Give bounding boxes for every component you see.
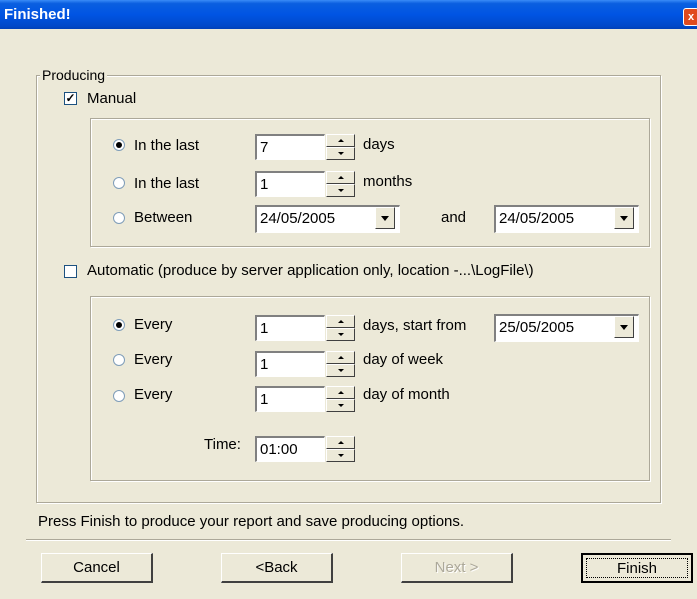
instruction-text: Press Finish to produce your report and … (38, 513, 465, 530)
producing-legend: Producing (40, 67, 108, 83)
spin-up-button[interactable] (326, 134, 355, 147)
cancel-button[interactable]: Cancel (41, 553, 153, 583)
arrow-up-icon (338, 356, 344, 359)
manual-last-months-radio[interactable] (113, 177, 125, 189)
spin-up-button[interactable] (326, 351, 355, 364)
close-icon: x (687, 11, 695, 23)
auto-every-week-radio[interactable] (113, 354, 125, 366)
start-date-dropdown-button[interactable] (614, 316, 634, 338)
auto-week-spinner[interactable] (326, 351, 355, 377)
spin-down-button[interactable] (326, 364, 355, 377)
spin-up-button[interactable] (326, 386, 355, 399)
spin-down-button[interactable] (326, 328, 355, 341)
auto-every-month-label[interactable]: Every (134, 386, 172, 403)
auto-week-unit: day of week (363, 351, 444, 368)
arrow-down-icon (338, 369, 344, 372)
auto-every-days-radio[interactable] (113, 319, 125, 331)
arrow-up-icon (338, 139, 344, 142)
spin-down-button[interactable] (326, 184, 355, 197)
auto-week-input[interactable]: 1 (255, 351, 325, 377)
manual-last-days-radio[interactable] (113, 139, 125, 151)
manual-between-radio[interactable] (113, 212, 125, 224)
chevron-down-icon (381, 216, 389, 221)
arrow-down-icon (338, 189, 344, 192)
manual-last-months-label[interactable]: In the last (134, 175, 199, 192)
spin-down-button[interactable] (326, 147, 355, 160)
auto-days-unit: days, start from (363, 317, 467, 334)
auto-month-input[interactable]: 1 (255, 386, 325, 412)
window-title: Finished! (4, 6, 71, 23)
time-input[interactable]: 01:00 (255, 436, 325, 462)
close-button[interactable]: x (683, 8, 697, 26)
spin-down-button[interactable] (326, 399, 355, 412)
automatic-checkbox[interactable] (64, 265, 77, 278)
auto-days-spinner[interactable] (326, 315, 355, 341)
spin-up-button[interactable] (326, 436, 355, 449)
manual-days-spinner[interactable] (326, 134, 355, 160)
arrow-down-icon (338, 454, 344, 457)
arrow-up-icon (338, 391, 344, 394)
manual-label[interactable]: Manual (87, 90, 136, 107)
arrow-down-icon (338, 152, 344, 155)
manual-months-unit: months (363, 173, 413, 190)
finish-button[interactable]: Finish (581, 553, 693, 583)
arrow-down-icon (338, 404, 344, 407)
arrow-down-icon (338, 333, 344, 336)
between-and-label: and (441, 209, 467, 226)
spin-up-button[interactable] (326, 315, 355, 328)
spin-up-button[interactable] (326, 171, 355, 184)
time-spinner[interactable] (326, 436, 355, 462)
radio-dot-icon (116, 142, 122, 148)
manual-days-input[interactable]: 7 (255, 134, 325, 160)
manual-days-unit: days (363, 136, 395, 153)
radio-dot-icon (116, 322, 122, 328)
check-icon: ✓ (65, 91, 76, 105)
title-bar[interactable] (0, 0, 697, 29)
arrow-up-icon (338, 176, 344, 179)
arrow-up-icon (338, 441, 344, 444)
time-label: Time: (204, 436, 241, 453)
manual-between-label[interactable]: Between (134, 209, 192, 226)
auto-days-input[interactable]: 1 (255, 315, 325, 341)
manual-last-days-label[interactable]: In the last (134, 137, 199, 154)
between-from-dropdown-button[interactable] (375, 207, 395, 229)
arrow-up-icon (338, 320, 344, 323)
chevron-down-icon (620, 325, 628, 330)
auto-every-week-label[interactable]: Every (134, 351, 172, 368)
automatic-label[interactable]: Automatic (produce by server application… (87, 262, 534, 279)
manual-checkbox[interactable]: ✓ (64, 92, 77, 105)
auto-every-days-label[interactable]: Every (134, 316, 172, 333)
chevron-down-icon (620, 216, 628, 221)
manual-months-spinner[interactable] (326, 171, 355, 197)
focus-rect (586, 558, 688, 578)
auto-month-spinner[interactable] (326, 386, 355, 412)
manual-months-input[interactable]: 1 (255, 171, 325, 197)
between-to-dropdown-button[interactable] (614, 207, 634, 229)
spin-down-button[interactable] (326, 449, 355, 462)
next-button[interactable]: Next > (401, 553, 513, 583)
auto-every-month-radio[interactable] (113, 390, 125, 402)
auto-month-unit: day of month (363, 386, 450, 403)
button-separator (26, 539, 671, 541)
back-button[interactable]: <Back (221, 553, 333, 583)
